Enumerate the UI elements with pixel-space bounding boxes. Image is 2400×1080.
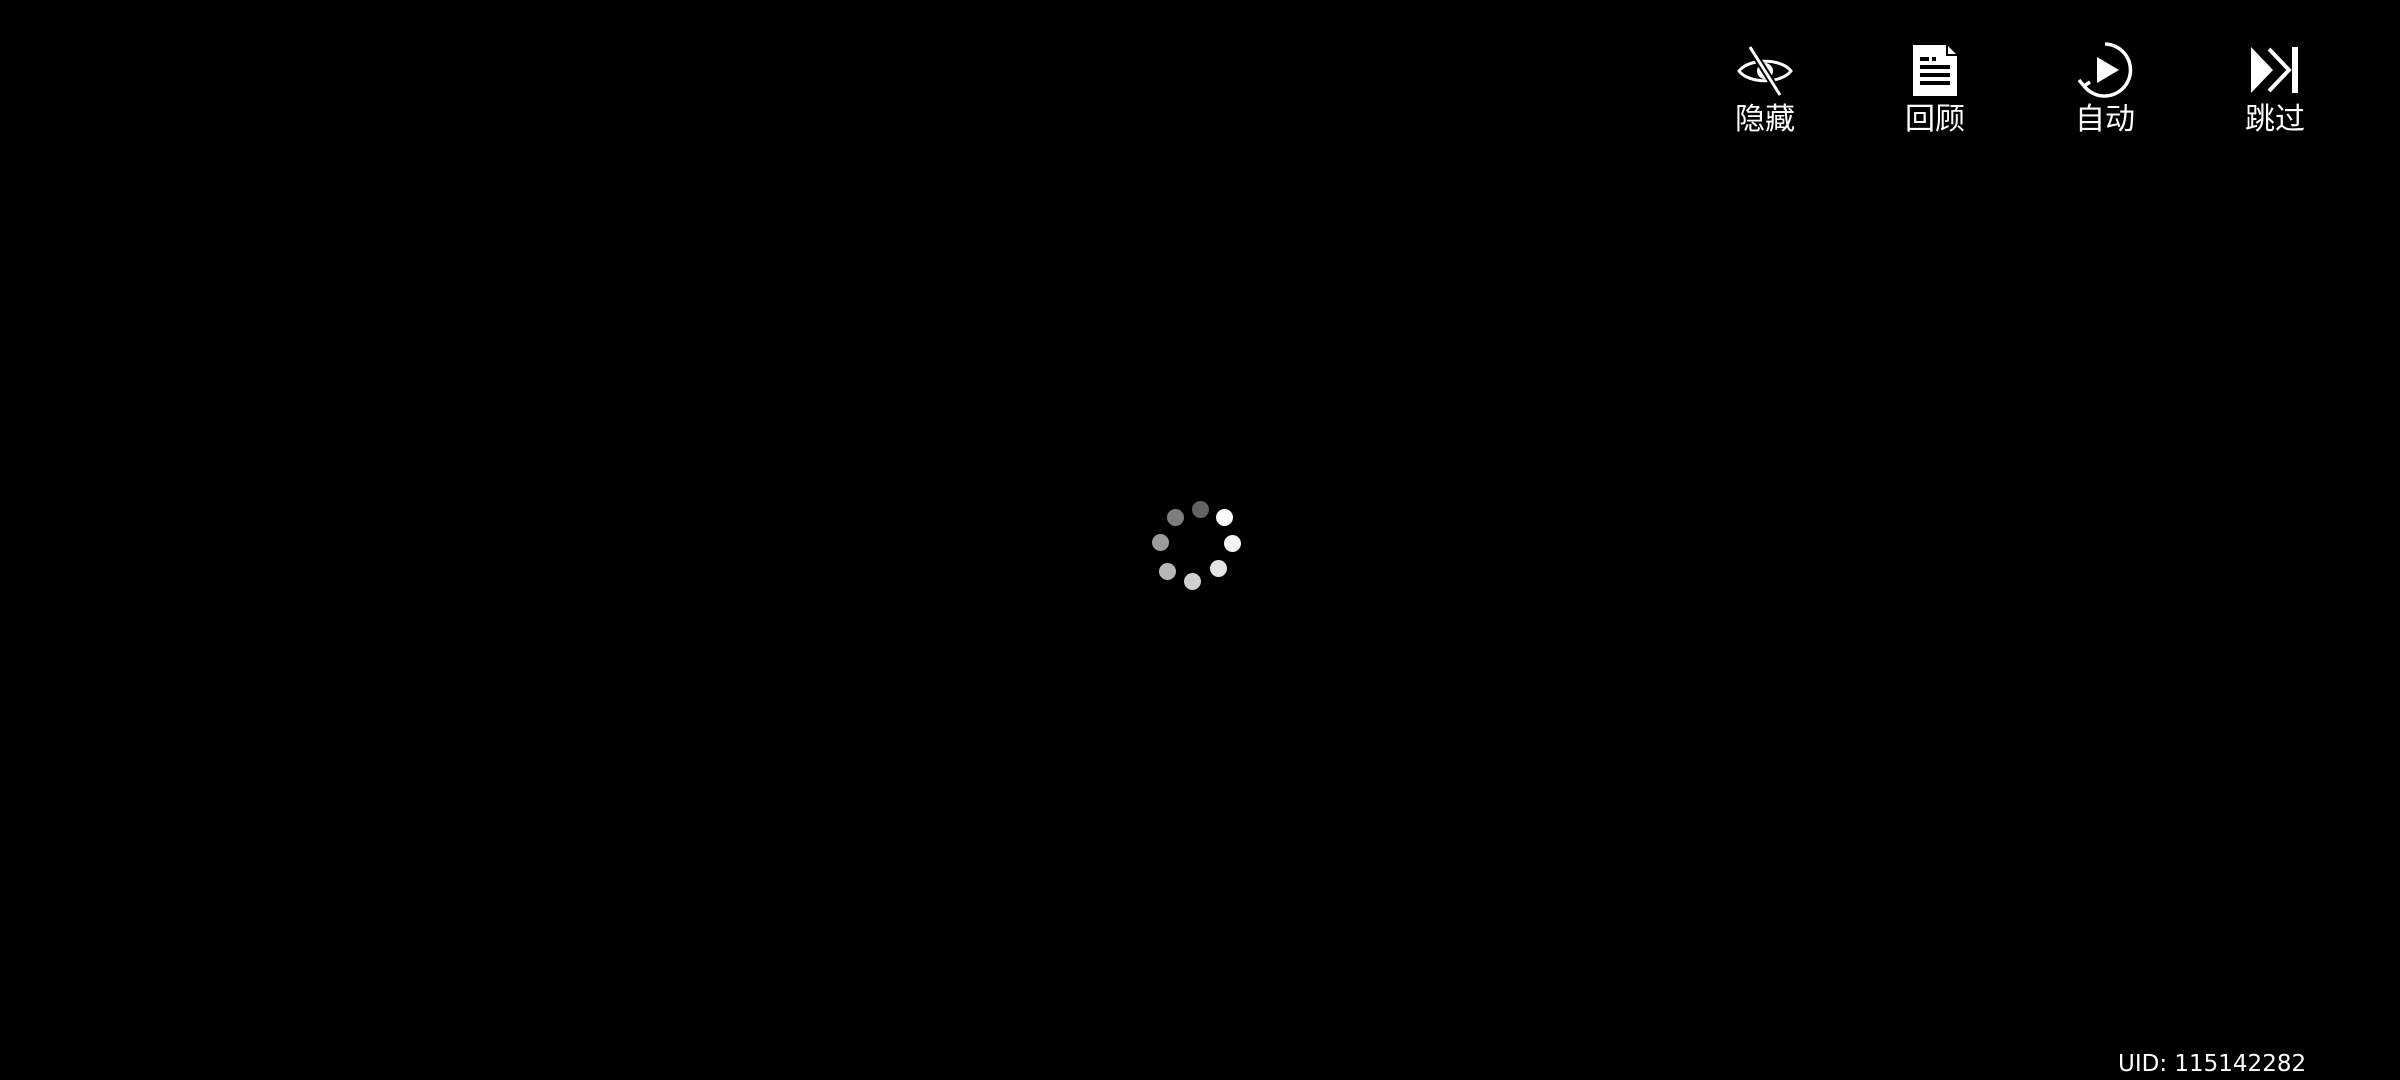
- spinner-dot: [1159, 563, 1176, 580]
- document-icon: [1905, 40, 1965, 100]
- skip-forward-icon: [2245, 40, 2305, 100]
- review-button[interactable]: 回顾: [1880, 40, 1990, 150]
- spinner-dot: [1224, 535, 1241, 552]
- spinner-dot: [1216, 509, 1233, 526]
- auto-button[interactable]: 自动: [2050, 40, 2160, 150]
- skip-button[interactable]: 跳过: [2220, 40, 2330, 150]
- eye-slash-icon: [1735, 40, 1795, 100]
- spinner-dot: [1192, 501, 1209, 518]
- hide-button[interactable]: 隐藏: [1710, 40, 1820, 150]
- spinner-dot: [1210, 560, 1227, 577]
- uid-label: UID: 115142282: [2118, 1051, 2307, 1077]
- auto-label: 自动: [2075, 102, 2135, 137]
- spinner-dot: [1167, 509, 1184, 526]
- loading-spinner-icon: [1152, 492, 1246, 590]
- spinner-dot: [1184, 573, 1201, 590]
- hide-label: 隐藏: [1735, 102, 1795, 137]
- skip-label: 跳过: [2245, 102, 2305, 137]
- play-circle-icon: [2075, 40, 2135, 100]
- top-toolbar: 隐藏 回顾 自动 跳过: [1710, 40, 2310, 150]
- spinner-dot: [1152, 534, 1169, 551]
- review-label: 回顾: [1905, 102, 1965, 137]
